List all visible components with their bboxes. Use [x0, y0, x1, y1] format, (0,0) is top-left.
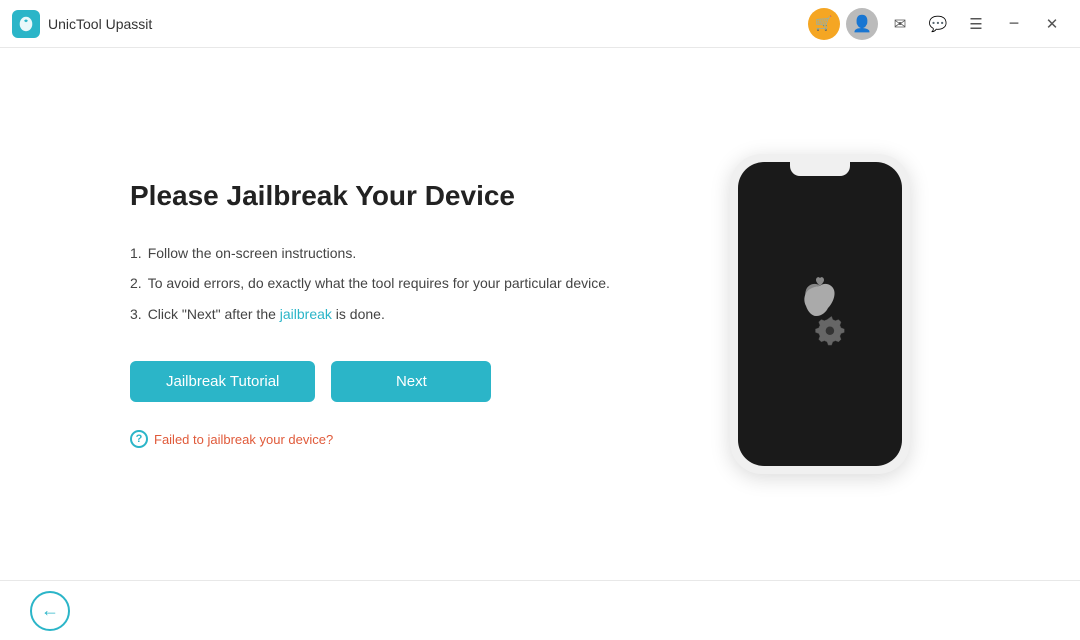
- next-button[interactable]: Next: [331, 361, 491, 402]
- instruction-num-2: 2.: [130, 272, 142, 294]
- titlebar-left: UnicTool Upassit: [12, 10, 152, 38]
- titlebar: UnicTool Upassit 🛒 👤 ✉ 💬 ☰ − ✕: [0, 0, 1080, 48]
- jailbreak-highlight: jailbreak: [280, 306, 332, 322]
- close-button[interactable]: ✕: [1036, 8, 1068, 40]
- instruction-text-2: To avoid errors, do exactly what the too…: [148, 272, 610, 294]
- minimize-button[interactable]: −: [998, 8, 1030, 40]
- page-title: Please Jailbreak Your Device: [130, 180, 690, 212]
- fail-jailbreak-link[interactable]: Failed to jailbreak your device?: [154, 432, 333, 447]
- jailbreak-tutorial-button[interactable]: Jailbreak Tutorial: [130, 361, 315, 402]
- profile-button[interactable]: 👤: [846, 8, 878, 40]
- jailbreak-icon: [780, 274, 860, 354]
- main-content: Please Jailbreak Your Device 1. Follow t…: [0, 48, 1080, 580]
- cart-button[interactable]: 🛒: [808, 8, 840, 40]
- instruction-text-1: Follow the on-screen instructions.: [148, 242, 357, 264]
- mail-button[interactable]: ✉: [884, 8, 916, 40]
- content-left: Please Jailbreak Your Device 1. Follow t…: [130, 180, 690, 448]
- back-icon: ←: [41, 600, 59, 621]
- app-icon: [12, 10, 40, 38]
- phone-notch: [790, 162, 850, 176]
- back-button[interactable]: ←: [30, 591, 70, 631]
- titlebar-right: 🛒 👤 ✉ 💬 ☰ − ✕: [808, 8, 1068, 40]
- instruction-num-1: 1.: [130, 242, 142, 264]
- help-icon: ?: [130, 430, 148, 448]
- instructions-list: 1. Follow the on-screen instructions. 2.…: [130, 242, 690, 325]
- chat-button[interactable]: 💬: [922, 8, 954, 40]
- button-row: Jailbreak Tutorial Next: [130, 361, 690, 402]
- instruction-item-2: 2. To avoid errors, do exactly what the …: [130, 272, 690, 294]
- fail-link-row: ? Failed to jailbreak your device?: [130, 430, 690, 448]
- instruction-text-3: Click "Next" after the jailbreak is done…: [148, 303, 385, 325]
- instruction-item-3: 3. Click "Next" after the jailbreak is d…: [130, 303, 690, 325]
- app-title: UnicTool Upassit: [48, 16, 152, 32]
- bottom-bar: ←: [0, 580, 1080, 640]
- phone-mockup: [730, 154, 910, 474]
- instruction-item-1: 1. Follow the on-screen instructions.: [130, 242, 690, 264]
- phone-container: [690, 154, 950, 474]
- instruction-num-3: 3.: [130, 303, 142, 325]
- menu-button[interactable]: ☰: [960, 8, 992, 40]
- phone-screen: [738, 162, 902, 466]
